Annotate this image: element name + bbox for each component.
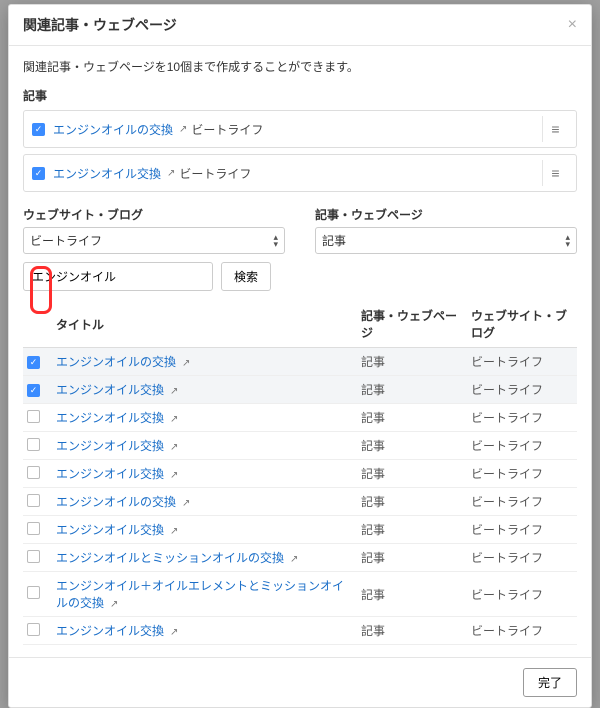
checkbox-icon[interactable]: [27, 623, 40, 636]
table-row: エンジンオイルとミッションオイルの交換 ↗ 記事ビートライフ: [23, 544, 577, 572]
checkbox-icon[interactable]: [27, 438, 40, 451]
row-site: ビートライフ: [467, 404, 577, 432]
table-row: エンジンオイル交換 ↗ 記事ビートライフ: [23, 516, 577, 544]
external-link-icon: ↗: [290, 554, 298, 565]
filter-site-select[interactable]: ビートライフ ▴▾: [23, 227, 285, 254]
modal-header: 関連記事・ウェブページ ×: [9, 5, 591, 46]
chevron-updown-icon: ▴▾: [273, 234, 278, 248]
row-site: ビートライフ: [467, 460, 577, 488]
selected-item-crumb: ビートライフ: [179, 165, 251, 182]
external-link-icon: ↗: [110, 599, 118, 610]
checkbox-icon[interactable]: ✓: [27, 384, 40, 397]
row-site: ビートライフ: [467, 572, 577, 617]
table-row: エンジンオイル交換 ↗ 記事ビートライフ: [23, 432, 577, 460]
selected-item: ✓ エンジンオイル交換 ↗ ビートライフ ≡: [23, 154, 577, 192]
checkbox-icon[interactable]: ✓: [32, 123, 45, 136]
table-row: エンジンオイル＋オイルエレメントとミッションオイルの交換↗ 記事ビートライフ: [23, 572, 577, 617]
external-link-icon: ↗: [170, 526, 178, 537]
filter-type-select[interactable]: 記事 ▴▾: [315, 227, 577, 254]
selected-section-label: 記事: [23, 87, 577, 104]
hint-text: 関連記事・ウェブページを10個まで作成することができます。: [23, 58, 577, 75]
search-input[interactable]: [23, 262, 213, 291]
row-title-link[interactable]: エンジンオイル交換: [56, 467, 164, 481]
selected-item-crumb: ビートライフ: [191, 121, 263, 138]
table-row: エンジンオイルの交換 ↗ 記事ビートライフ: [23, 488, 577, 516]
row-title-link[interactable]: エンジンオイルの交換: [56, 355, 176, 369]
search-button[interactable]: 検索: [221, 262, 271, 291]
drag-handle-icon[interactable]: ≡: [542, 116, 568, 142]
checkbox-icon[interactable]: ✓: [27, 356, 40, 369]
external-link-icon: ↗: [167, 168, 175, 179]
checkbox-icon[interactable]: [27, 410, 40, 423]
checkbox-icon[interactable]: ✓: [32, 167, 45, 180]
row-title-link[interactable]: エンジンオイル交換: [56, 523, 164, 537]
checkbox-icon[interactable]: [27, 522, 40, 535]
row-site: ビートライフ: [467, 376, 577, 404]
filter-site-value: ビートライフ: [30, 232, 102, 249]
row-site: ビートライフ: [467, 488, 577, 516]
row-title-link[interactable]: エンジンオイル交換: [56, 383, 164, 397]
external-link-icon: ↗: [182, 498, 190, 509]
table-row: エンジンオイル交換 ↗ 記事ビートライフ: [23, 460, 577, 488]
col-site: ウェブサイト・ブログ: [467, 301, 577, 348]
checkbox-icon[interactable]: [27, 494, 40, 507]
row-type: 記事: [357, 617, 467, 645]
table-row: エンジンオイル交換 ↗ 記事ビートライフ: [23, 617, 577, 645]
external-link-icon: ↗: [170, 470, 178, 481]
col-check: [23, 301, 52, 348]
modal-title: 関連記事・ウェブページ: [23, 15, 177, 35]
row-title-link[interactable]: エンジンオイルとミッションオイルの交換: [56, 551, 284, 565]
row-title-link[interactable]: エンジンオイル交換: [56, 439, 164, 453]
modal-body: 関連記事・ウェブページを10個まで作成することができます。 記事 ✓ エンジンオイ…: [9, 46, 591, 657]
external-link-icon: ↗: [170, 414, 178, 425]
row-type: 記事: [357, 544, 467, 572]
results-table: タイトル 記事・ウェブページ ウェブサイト・ブログ ✓ エンジンオイルの交換 ↗ 記事…: [23, 301, 577, 645]
drag-handle-icon[interactable]: ≡: [542, 160, 568, 186]
selected-item-link[interactable]: エンジンオイルの交換: [53, 121, 173, 138]
row-type: 記事: [357, 404, 467, 432]
filter-type-value: 記事: [322, 232, 346, 249]
done-button[interactable]: 完了: [523, 668, 577, 697]
external-link-icon: ↗: [170, 627, 178, 638]
row-title-link[interactable]: エンジンオイルの交換: [56, 495, 176, 509]
col-type: 記事・ウェブページ: [357, 301, 467, 348]
external-link-icon: ↗: [170, 386, 178, 397]
external-link-icon: ↗: [182, 358, 190, 369]
checkbox-icon[interactable]: [27, 550, 40, 563]
filter-site-label: ウェブサイト・ブログ: [23, 206, 285, 223]
checkbox-icon[interactable]: [27, 466, 40, 479]
table-row: ✓ エンジンオイル交換 ↗ 記事ビートライフ: [23, 376, 577, 404]
table-row: エンジンオイル交換 ↗ 記事ビートライフ: [23, 404, 577, 432]
row-site: ビートライフ: [467, 348, 577, 376]
table-row: ✓ エンジンオイルの交換 ↗ 記事ビートライフ: [23, 348, 577, 376]
search-row: 検索: [23, 262, 577, 291]
modal-dialog: 関連記事・ウェブページ × 関連記事・ウェブページを10個まで作成することができ…: [8, 4, 592, 708]
row-site: ビートライフ: [467, 617, 577, 645]
row-type: 記事: [357, 488, 467, 516]
row-type: 記事: [357, 348, 467, 376]
close-icon[interactable]: ×: [568, 16, 577, 34]
external-link-icon: ↗: [179, 124, 187, 135]
row-site: ビートライフ: [467, 432, 577, 460]
row-type: 記事: [357, 572, 467, 617]
col-title: タイトル: [52, 301, 357, 348]
row-title-link[interactable]: エンジンオイル交換: [56, 411, 164, 425]
selected-item-link[interactable]: エンジンオイル交換: [53, 165, 161, 182]
row-type: 記事: [357, 432, 467, 460]
filter-type-label: 記事・ウェブページ: [315, 206, 577, 223]
row-type: 記事: [357, 460, 467, 488]
row-title-link[interactable]: エンジンオイル交換: [56, 624, 164, 638]
filter-row: ウェブサイト・ブログ ビートライフ ▴▾ 記事・ウェブページ 記事 ▴▾: [23, 206, 577, 254]
row-type: 記事: [357, 376, 467, 404]
external-link-icon: ↗: [170, 442, 178, 453]
chevron-updown-icon: ▴▾: [565, 234, 570, 248]
selected-item: ✓ エンジンオイルの交換 ↗ ビートライフ ≡: [23, 110, 577, 148]
modal-footer: 完了: [9, 657, 591, 707]
checkbox-icon[interactable]: [27, 586, 40, 599]
row-site: ビートライフ: [467, 516, 577, 544]
row-title-link[interactable]: エンジンオイル＋オイルエレメントとミッションオイルの交換: [56, 579, 344, 610]
row-site: ビートライフ: [467, 544, 577, 572]
row-type: 記事: [357, 516, 467, 544]
